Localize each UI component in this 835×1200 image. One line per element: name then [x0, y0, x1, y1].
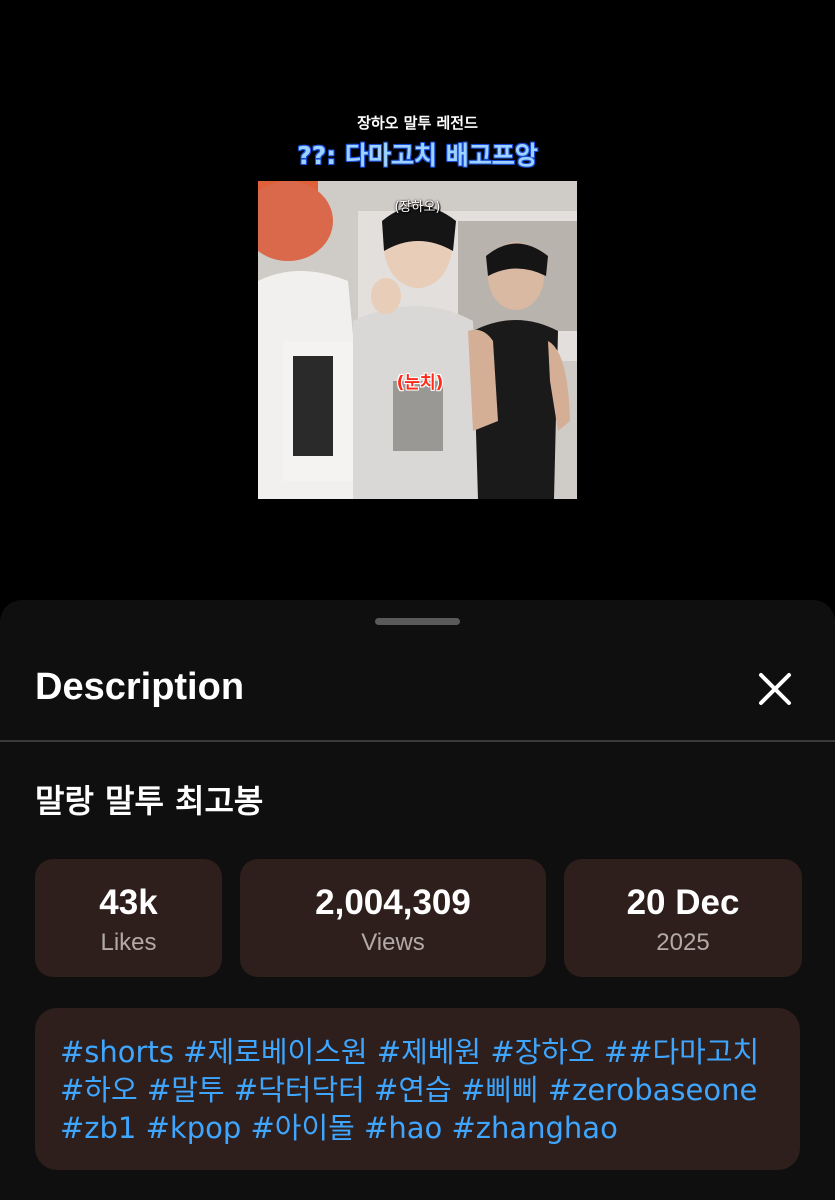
- video-thumbnail[interactable]: [258, 181, 577, 499]
- hashtag-link[interactable]: #제로베이스원: [183, 1035, 367, 1069]
- publish-year: 2025: [656, 929, 710, 956]
- likes-stat: 43k Likes: [35, 859, 222, 977]
- hashtag-link[interactable]: #말투: [147, 1073, 225, 1107]
- hashtag-link[interactable]: #zerobaseone: [548, 1073, 758, 1107]
- video-player[interactable]: 장하오 말투 레전드 ??: 다마고치 배고프앙 (장하오) (눈치): [0, 0, 835, 620]
- views-stat: 2,004,309 Views: [240, 859, 546, 977]
- hashtag-link[interactable]: #zb1: [60, 1111, 136, 1145]
- hashtag-link[interactable]: #장하오: [490, 1035, 594, 1069]
- hashtag-link[interactable]: #다마고치: [628, 1035, 759, 1069]
- views-count: 2,004,309: [315, 883, 471, 922]
- date-stat: 20 Dec 2025: [564, 859, 802, 977]
- hashtag-link[interactable]: #kpop: [146, 1111, 242, 1145]
- drag-handle[interactable]: [375, 618, 460, 625]
- hashtag-list: #shorts #제로베이스원 #제베원 #장하오 ##다마고치 #하오 #말투…: [60, 1033, 770, 1147]
- hashtag-link[interactable]: #shorts: [60, 1035, 174, 1069]
- publish-date: 20 Dec: [626, 883, 740, 922]
- hashtag-text: #: [603, 1035, 629, 1069]
- hashtag-link[interactable]: #하오: [60, 1073, 138, 1107]
- likes-count: 43k: [99, 883, 158, 922]
- views-label: Views: [361, 929, 425, 956]
- divider: [0, 740, 835, 742]
- hashtag-link[interactable]: #닥터닥터: [234, 1073, 365, 1107]
- close-button[interactable]: [750, 666, 800, 716]
- close-icon: [759, 673, 791, 705]
- likes-label: Likes: [100, 929, 157, 956]
- video-caption-top: 장하오 말투 레전드: [357, 114, 478, 132]
- video-frame-illustration: [258, 181, 577, 499]
- video-label-name: (장하오): [394, 200, 441, 215]
- hashtag-link[interactable]: #삐삐: [461, 1073, 539, 1107]
- sheet-title: Description: [35, 666, 245, 708]
- video-label-reaction: (눈치): [396, 373, 444, 393]
- video-caption-main: ??: 다마고치 배고프앙: [297, 141, 538, 170]
- hashtag-link[interactable]: #hao: [364, 1111, 442, 1145]
- description-sheet: Description 말랑 말투 최고봉 43k Likes 2,004,30…: [0, 600, 835, 1200]
- hashtag-box: #shorts #제로베이스원 #제베원 #장하오 ##다마고치 #하오 #말투…: [35, 1008, 800, 1170]
- page: 장하오 말투 레전드 ??: 다마고치 배고프앙 (장하오) (눈치) Desc…: [0, 0, 835, 1200]
- hashtag-link[interactable]: #연습: [374, 1073, 452, 1107]
- video-title: 말랑 말투 최고봉: [35, 782, 264, 820]
- hashtag-link[interactable]: #zhanghao: [451, 1111, 617, 1145]
- hashtag-link[interactable]: #제베원: [377, 1035, 481, 1069]
- hashtag-link[interactable]: #아이돌: [250, 1111, 354, 1145]
